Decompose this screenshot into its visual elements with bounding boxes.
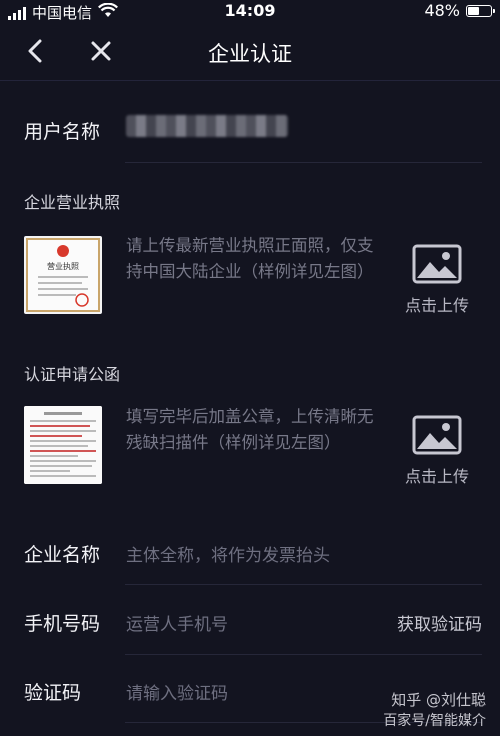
application-letter-upload-button[interactable]: 点击上传 [397, 415, 477, 487]
battery-percent: 48% [424, 1, 460, 20]
business-license-sample-image: 营业执照 [24, 236, 102, 314]
status-bar: 中国电信 14:09 48% [0, 0, 500, 22]
watermark-line1: 知乎 @刘仕聪 [391, 691, 486, 709]
phone-label: 手机号码 [24, 613, 101, 635]
application-letter-description: 填写完毕后加盖公章，上传清晰无残缺扫描件（样例详见左图） [126, 407, 374, 452]
verify-code-input[interactable]: 请输入验证码 [126, 679, 228, 704]
upload-label: 点击上传 [404, 296, 469, 315]
user-name-value-redacted [126, 115, 288, 137]
divider [125, 584, 482, 585]
divider [125, 654, 482, 655]
divider [125, 162, 482, 163]
get-code-button[interactable]: 获取验证码 [397, 610, 482, 635]
nav-bar: 企业认证 [0, 22, 500, 81]
business-license-section-title: 企业营业执照 [24, 193, 121, 212]
verify-code-label: 验证码 [24, 682, 82, 704]
license-thumb-title: 营业执照 [47, 261, 79, 271]
watermark-line2: 百家号/智能媒介 [383, 713, 486, 729]
image-upload-icon [412, 244, 462, 288]
company-name-label: 企业名称 [24, 544, 101, 566]
battery-level [468, 6, 479, 15]
watermark: 知乎 @刘仕聪 百家号/智能媒介 [383, 689, 486, 730]
upload-label: 点击上传 [404, 467, 469, 486]
business-license-description: 请上传最新营业执照正面照，仅支持中国大陆企业（样例详见左图） [126, 236, 374, 281]
business-license-upload-button[interactable]: 点击上传 [397, 244, 477, 316]
company-name-input[interactable]: 主体全称，将作为发票抬头 [126, 541, 330, 566]
page-title: 企业认证 [208, 42, 292, 66]
battery-icon [466, 4, 495, 17]
image-upload-icon [412, 415, 462, 459]
application-letter-sample-image [24, 406, 102, 484]
phone-input[interactable]: 运营人手机号 [126, 610, 228, 635]
user-name-label: 用户名称 [24, 121, 101, 143]
application-letter-section-title: 认证申请公函 [24, 365, 121, 384]
